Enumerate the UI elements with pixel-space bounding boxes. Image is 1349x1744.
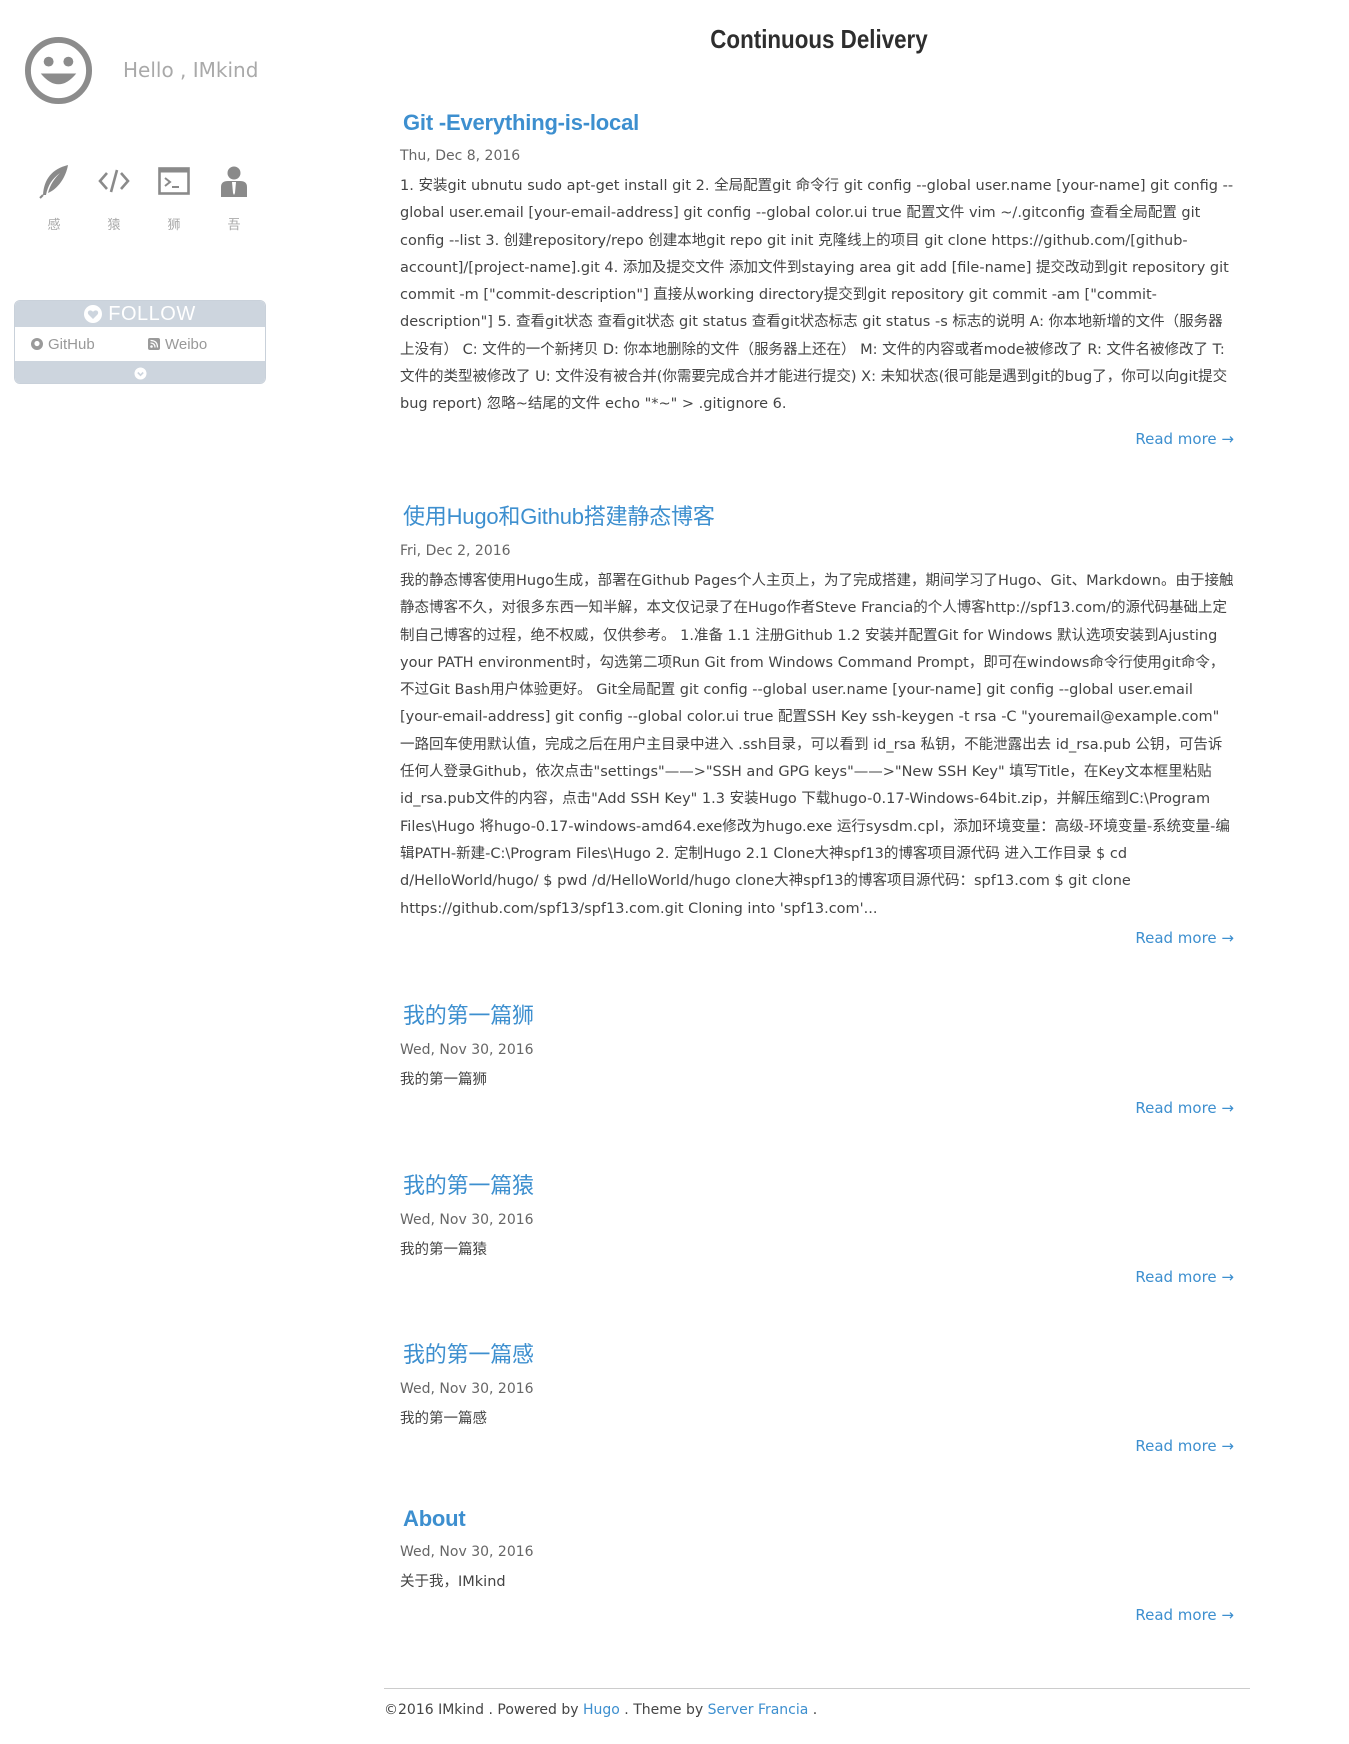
user-icon xyxy=(221,166,247,197)
github-label: GitHub xyxy=(48,335,95,353)
post-date: Wed, Nov 30, 2016 xyxy=(400,1212,534,1228)
code-icon xyxy=(98,169,130,193)
smiley-avatar-icon[interactable] xyxy=(24,36,93,105)
post-title[interactable]: 我的第一篇狮 xyxy=(400,998,1235,1030)
post-title[interactable]: About xyxy=(400,1506,1235,1532)
category-wu[interactable]: 吾 xyxy=(204,162,264,233)
post: 我的第一篇狮 Wed, Nov 30, 2016 我的第一篇狮 xyxy=(400,998,1235,1094)
post-title[interactable]: 我的第一篇猿 xyxy=(400,1168,1235,1200)
github-link[interactable]: GitHub xyxy=(31,336,148,353)
post-title[interactable]: 我的第一篇感 xyxy=(400,1337,1235,1369)
github-icon xyxy=(31,338,43,350)
post: 我的第一篇猿 Wed, Nov 30, 2016 我的第一篇猿 xyxy=(400,1168,1235,1264)
hugo-link[interactable]: Hugo xyxy=(583,1702,620,1718)
post-title[interactable]: 使用Hugo和Github搭建静态博客 xyxy=(400,499,1235,531)
read-more-link[interactable]: Read more → xyxy=(1135,1099,1234,1117)
read-more-link[interactable]: Read more → xyxy=(1135,1268,1234,1286)
greeting: Hello , IMkind xyxy=(123,58,259,82)
terminal-icon xyxy=(158,167,190,195)
category-gan[interactable]: 感 xyxy=(24,162,84,233)
post-date: Wed, Nov 30, 2016 xyxy=(400,1042,534,1058)
post: Git -Everything-is-local Thu, Dec 8, 201… xyxy=(400,110,1235,419)
post: 我的第一篇感 Wed, Nov 30, 2016 我的第一篇感 xyxy=(400,1337,1235,1433)
footer-theme-text: . Theme by xyxy=(619,1702,708,1718)
follow-box: FOLLOW GitHub Weibo xyxy=(14,300,266,384)
weibo-label: Weibo xyxy=(165,335,208,353)
follow-heading: FOLLOW xyxy=(108,302,196,325)
post-date: Fri, Dec 2, 2016 xyxy=(400,543,511,559)
read-more-link[interactable]: Read more → xyxy=(1135,929,1234,947)
category-label: 吾 xyxy=(227,217,241,232)
theme-author-link[interactable]: Server Francia xyxy=(708,1702,809,1718)
follow-links: GitHub Weibo xyxy=(15,327,265,361)
post: About Wed, Nov 30, 2016 关于我，IMkind xyxy=(400,1506,1235,1596)
weibo-link[interactable]: Weibo xyxy=(148,336,265,353)
category-nav: 感 猿 狮 吾 xyxy=(24,162,264,233)
footer: ©2016 IMkind . Powered by Hugo . Theme b… xyxy=(384,1702,817,1718)
feather-icon xyxy=(39,165,68,199)
post-summary: 我的第一篇狮 xyxy=(400,1072,487,1088)
post-title[interactable]: Git -Everything-is-local xyxy=(400,110,1235,136)
category-yuan[interactable]: 猿 xyxy=(84,162,144,233)
post-summary: 关于我，IMkind xyxy=(400,1574,506,1590)
category-shi[interactable]: 狮 xyxy=(144,162,204,233)
footer-end: . xyxy=(808,1702,818,1718)
footer-divider xyxy=(384,1688,1250,1689)
post-summary: 我的第一篇感 xyxy=(400,1411,487,1427)
post-date: Thu, Dec 8, 2016 xyxy=(400,148,521,164)
category-label: 狮 xyxy=(167,217,181,232)
post-summary: 1. 安装git ubnutu sudo apt-get install git… xyxy=(400,178,1234,413)
category-label: 感 xyxy=(47,217,61,232)
heart-icon xyxy=(84,305,103,323)
weibo-icon xyxy=(148,338,160,350)
category-label: 猿 xyxy=(107,217,121,232)
post: 使用Hugo和Github搭建静态博客 Fri, Dec 2, 2016 我的静… xyxy=(400,499,1235,923)
read-more-link[interactable]: Read more → xyxy=(1135,1437,1234,1455)
site-title: Continuous Delivery xyxy=(710,24,928,54)
chevron-circle-icon xyxy=(134,367,146,379)
footer-copyright: ©2016 IMkind . Powered by xyxy=(384,1702,583,1718)
post-date: Wed, Nov 30, 2016 xyxy=(400,1544,534,1560)
post-summary: 我的静态博客使用Hugo生成，部署在Github Pages个人主页上，为了完成… xyxy=(400,573,1234,917)
read-more-link[interactable]: Read more → xyxy=(1135,1606,1234,1624)
follow-toggle[interactable] xyxy=(15,361,265,383)
follow-header: FOLLOW xyxy=(15,301,265,327)
post-date: Wed, Nov 30, 2016 xyxy=(400,1381,534,1397)
read-more-link[interactable]: Read more → xyxy=(1135,430,1234,448)
post-summary: 我的第一篇猿 xyxy=(400,1242,487,1258)
